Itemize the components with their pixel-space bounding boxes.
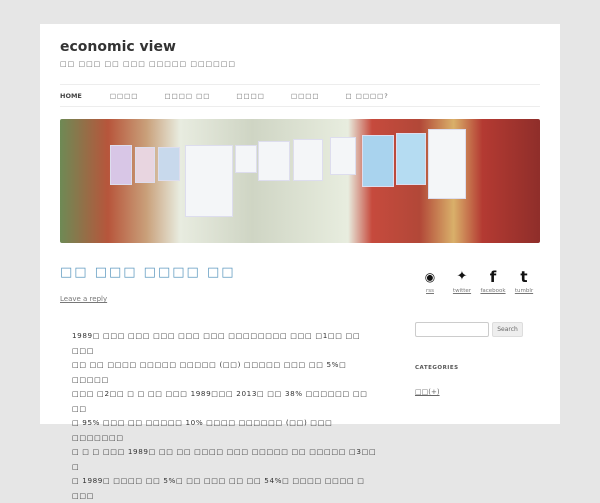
tumblr-label: tumblr xyxy=(514,288,534,294)
twitter-label: twitter xyxy=(452,288,472,294)
facebook-link[interactable]: f facebook xyxy=(477,268,509,294)
header-image xyxy=(60,119,540,243)
tumblr-link[interactable]: t tumblr xyxy=(508,268,540,294)
text-line: □□□ □2□□ □ □ □□ □□□ 1989□□□ 2013□ □□ 38%… xyxy=(72,389,368,413)
text-line: □ □ □ □□□ 1989□ □□ □□ □□□□ □□□ □□□□□ □□ … xyxy=(72,447,377,471)
facebook-icon: f xyxy=(489,268,497,286)
site-tagline: □□ □□□ □□ □□□ □□□□□ □□□□□□ xyxy=(60,60,237,68)
category-link[interactable]: □□(+) xyxy=(415,388,440,396)
nav-item[interactable]: □□□□ xyxy=(236,92,265,100)
rss-label: rss xyxy=(426,288,434,294)
facebook-label: facebook xyxy=(480,288,506,294)
nav-item[interactable]: □□□□ xyxy=(291,92,320,100)
search-input[interactable] xyxy=(415,322,489,337)
nav-item[interactable]: □□□□ xyxy=(110,92,139,100)
main-nav: HOME □□□□ □□□□ □□ □□□□ □□□□ □ □□□□? xyxy=(60,84,540,107)
rss-link[interactable]: ◉ rss xyxy=(414,268,446,294)
rss-icon: ◉ xyxy=(424,270,436,284)
nav-item[interactable]: □ □□□□? xyxy=(346,92,389,100)
twitter-link[interactable]: ✦ twitter xyxy=(446,268,478,294)
page: economic view □□ □□□ □□ □□□ □□□□□ □□□□□□… xyxy=(40,24,560,500)
twitter-icon: ✦ xyxy=(456,269,468,284)
text-line: □ 1989□ □□□□ □□ 5%□ □□ □□□ □□ □□ 54%□ □□… xyxy=(72,476,365,500)
site-title[interactable]: economic view xyxy=(60,39,176,55)
post-content: 1989□ □□□ □□□ □□□ □□□ □□□ □□□□□□□□ □□□ □… xyxy=(72,329,382,503)
post-title[interactable]: □□ □□□ □□□□ □□ xyxy=(60,265,236,280)
text-line: 1989□ □□□ □□□ □□□ □□□ □□□ □□□□□□□□ □□□ □… xyxy=(72,331,361,355)
text-line: □□ □□ □□□□ □□□□□ □□□□□ (□□) □□□□□ □□□ □□… xyxy=(72,360,347,384)
leave-reply-link[interactable]: Leave a reply xyxy=(60,295,107,303)
tumblr-icon: t xyxy=(520,268,528,286)
nav-item[interactable]: □□□□ □□ xyxy=(164,92,210,100)
search-button[interactable]: Search xyxy=(492,322,523,337)
nav-home[interactable]: HOME xyxy=(60,92,82,100)
text-line: □ 95% □□□ □□ □□□□□ 10% □□□□ □□□□□□ (□□) … xyxy=(72,418,333,442)
categories-heading: CATEGORIES xyxy=(415,365,459,371)
